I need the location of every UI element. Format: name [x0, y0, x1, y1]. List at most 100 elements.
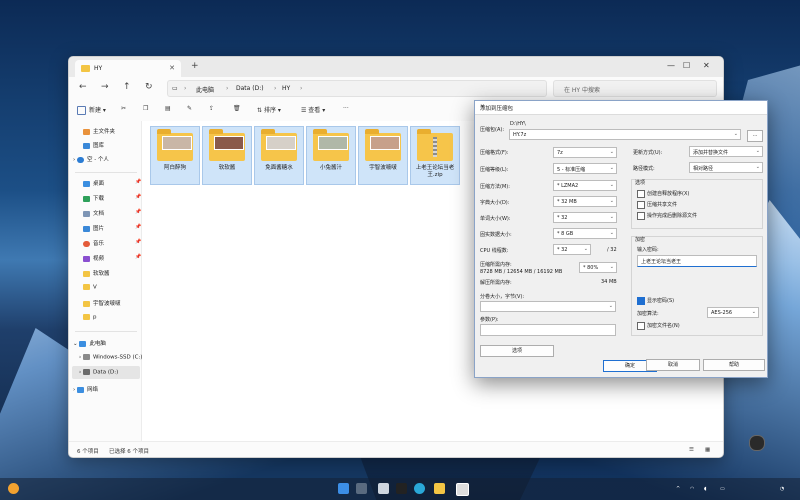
pin-icon[interactable]: 📌: [135, 239, 141, 245]
breadcrumb-item[interactable]: 此电脑: [196, 85, 214, 94]
nav-home[interactable]: 主文件夹: [83, 127, 115, 135]
delete-after-checkbox[interactable]: [637, 212, 645, 220]
help-button[interactable]: 帮助: [703, 359, 765, 371]
sort-button[interactable]: ⇅ 排序 ▾: [257, 105, 281, 114]
split-select[interactable]: ⌄: [480, 301, 616, 312]
pin-icon[interactable]: 📌: [135, 209, 141, 215]
weather-icon[interactable]: [8, 483, 19, 494]
nav-folder[interactable]: 宇智波啵啵: [83, 299, 121, 307]
nav-pictures[interactable]: 图片: [83, 224, 104, 232]
address-bar[interactable]: ▭ › 此电脑 › Data (D:) › HY ›: [167, 80, 547, 97]
share-icon[interactable]: ⇪: [209, 105, 214, 112]
tab-title: HY: [94, 65, 103, 72]
file-item[interactable]: 免面酱糖水: [254, 126, 304, 185]
search-input[interactable]: 在 HY 中搜索: [553, 80, 717, 97]
level-select[interactable]: 5 - 标准压缩 ⌄: [553, 163, 617, 174]
breadcrumb-item[interactable]: HY: [282, 85, 290, 92]
view-button[interactable]: ☰ 查看 ▾: [301, 105, 325, 114]
sfx-checkbox[interactable]: [637, 190, 645, 198]
file-item[interactable]: 上老王论坛当老王.zip: [410, 126, 460, 185]
file-item[interactable]: 小兔酱汁: [306, 126, 356, 185]
solid-label: 固实数据大小:: [480, 232, 512, 238]
nav-desktop[interactable]: 桌面: [83, 179, 104, 187]
nav-downloads[interactable]: 下载: [83, 194, 104, 202]
shared-checkbox[interactable]: [637, 201, 645, 209]
notification-icon[interactable]: ◔: [780, 486, 784, 492]
nav-folder[interactable]: 软软酱: [83, 269, 110, 277]
nav-drive-c[interactable]: › Windows-SSD (C:): [79, 354, 142, 361]
enc-method-select[interactable]: AES-256 ⌄: [707, 307, 759, 318]
path-select[interactable]: 相对路径 ⌄: [689, 162, 763, 173]
nav-videos[interactable]: 视频: [83, 254, 104, 262]
more-button[interactable]: ···: [343, 105, 349, 112]
password-input[interactable]: 上老王论坛当老王: [637, 255, 757, 267]
details-view-icon[interactable]: ☰: [689, 447, 694, 453]
taskview-icon[interactable]: [356, 483, 367, 494]
pin-icon[interactable]: 📌: [135, 224, 141, 230]
encrypt-names-checkbox[interactable]: [637, 322, 645, 330]
volume-icon[interactable]: ◖: [704, 486, 707, 492]
file-explorer-icon[interactable]: [434, 483, 445, 494]
battery-icon[interactable]: ▭: [720, 486, 725, 492]
nav-folder[interactable]: p: [83, 314, 97, 321]
file-item[interactable]: 阿白醉狗: [150, 126, 200, 185]
pin-icon[interactable]: 📌: [135, 194, 141, 200]
delete-icon[interactable]: 🗑: [233, 105, 241, 112]
nav-thispc[interactable]: ⌄ 此电脑: [73, 339, 106, 347]
add-to-archive-dialog: 添加到压缩包 ✕ 压缩包(A): D:\HY\ HY.7z ⌄ ... 压缩格式(…: [474, 100, 768, 378]
method-select[interactable]: * LZMA2 ⌄: [553, 180, 617, 191]
cut-icon[interactable]: ✂: [121, 105, 126, 112]
breadcrumb-item[interactable]: Data (D:): [236, 85, 264, 92]
options-button[interactable]: 选项: [480, 345, 554, 357]
forward-icon[interactable]: →: [101, 82, 109, 92]
app-icon[interactable]: [378, 483, 389, 494]
nav-network[interactable]: › 网络: [73, 385, 98, 393]
update-select[interactable]: 添加并替换文件 ⌄: [689, 146, 763, 157]
mem-pct-select[interactable]: * 80% ⌄: [579, 262, 617, 273]
close-tab-icon[interactable]: ✕: [169, 64, 175, 72]
tab-hy[interactable]: HY ✕: [75, 60, 181, 77]
nav-drive-d[interactable]: › Data (D:): [79, 369, 118, 376]
refresh-icon[interactable]: ↻: [145, 82, 153, 92]
file-item[interactable]: 软软酱: [202, 126, 252, 185]
nav-onedrive[interactable]: › 空 - 个人: [73, 155, 109, 163]
show-password-checkbox[interactable]: [637, 297, 645, 305]
file-name: 小兔酱汁: [319, 165, 342, 171]
tiles-view-icon[interactable]: ▦: [705, 447, 710, 453]
rename-icon[interactable]: ✎: [187, 105, 192, 112]
new-button[interactable]: 新建 ▾: [77, 105, 106, 115]
new-tab-button[interactable]: +: [191, 61, 199, 71]
maximize-icon[interactable]: ☐: [683, 61, 690, 70]
params-input[interactable]: [480, 324, 616, 336]
archive-name-combo[interactable]: HY.7z ⌄: [509, 129, 741, 140]
file-item[interactable]: 宇智波啵啵: [358, 126, 408, 185]
word-select[interactable]: * 32 ⌄: [553, 212, 617, 223]
wifi-icon[interactable]: ◠: [690, 486, 694, 492]
nav-folder[interactable]: V: [83, 284, 97, 291]
browser-icon[interactable]: [414, 483, 425, 494]
solid-select[interactable]: * 8 GB ⌄: [553, 228, 617, 239]
pin-icon[interactable]: 📌: [135, 179, 141, 185]
7zip-icon[interactable]: [456, 483, 469, 496]
chevron-down-icon: ⌄: [609, 165, 614, 171]
dict-select[interactable]: * 32 MB ⌄: [553, 196, 617, 207]
close-window-icon[interactable]: ✕: [703, 61, 710, 70]
copy-icon[interactable]: ❐: [143, 105, 148, 112]
threads-select[interactable]: * 32 ⌄: [553, 244, 591, 255]
up-icon[interactable]: ↑: [123, 82, 131, 92]
nav-music[interactable]: 音乐: [83, 239, 104, 247]
app-icon[interactable]: [396, 483, 407, 494]
start-icon[interactable]: [338, 483, 349, 494]
nav-gallery[interactable]: 图库: [83, 141, 104, 149]
paste-icon[interactable]: ▤: [165, 105, 171, 112]
nav-documents[interactable]: 文档: [83, 209, 104, 217]
minimize-icon[interactable]: —: [667, 61, 675, 70]
pin-icon[interactable]: 📌: [135, 254, 141, 260]
back-icon[interactable]: ←: [79, 82, 87, 92]
tray-chevron-icon[interactable]: ^: [676, 486, 680, 492]
browse-button[interactable]: ...: [747, 130, 763, 142]
format-select[interactable]: 7z ⌄: [553, 147, 617, 158]
pen-icon[interactable]: [749, 435, 765, 451]
close-icon[interactable]: ✕: [480, 104, 761, 110]
cancel-button[interactable]: 取消: [646, 359, 700, 371]
